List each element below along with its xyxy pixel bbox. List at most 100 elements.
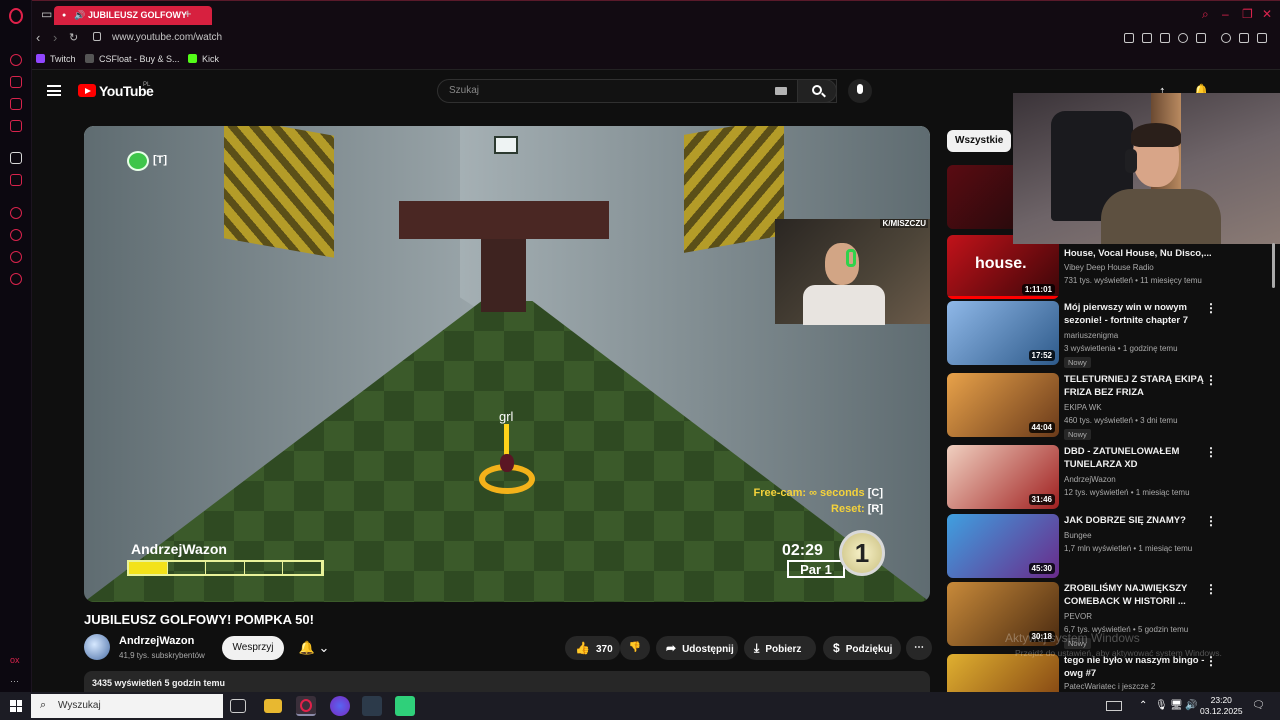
recommendation-title[interactable]: TELETURNIEJ Z STARĄ EKIPĄ FRIZA BEZ FRIZ… [1064,373,1214,399]
recommendation-title[interactable]: ZROBILIŚMY NAJWIĘKSZY COMEBACK W HISTORI… [1064,582,1214,608]
settings-icon[interactable] [10,273,22,285]
recommendation-title[interactable]: Mój pierwszy win w nowym sezonie! - fort… [1064,301,1214,327]
ai-icon[interactable] [10,76,22,88]
bookmark-twitch[interactable]: Twitch [36,54,76,64]
search-button[interactable] [797,79,837,103]
bookmark-csfloat[interactable]: CSFloat - Buy & S... [85,54,180,64]
messenger-icon[interactable] [10,98,22,110]
more-options-icon[interactable]: ⋮ [1205,514,1217,528]
app-icon[interactable] [395,696,415,716]
recommendation-channel[interactable]: Vibey Deep House Radio [1064,263,1154,272]
recommendation-title[interactable]: House, Vocal House, Nu Disco,... [1064,247,1214,260]
share-button[interactable]: ➦ Udostępnij [656,636,738,660]
more-options-icon[interactable]: ⋮ [1205,301,1217,315]
lock-icon[interactable] [93,32,101,41]
speaker-icon[interactable]: 🔊 [74,10,85,21]
video-thumbnail[interactable]: 17:52 [947,301,1059,365]
voice-search-button[interactable] [848,79,872,103]
scrollbar[interactable] [1272,243,1275,288]
microphone-icon[interactable]: 🎙 [1155,700,1168,711]
thumbs-up-icon: 👍 [575,641,590,655]
send-icon[interactable] [1196,33,1206,43]
history-icon[interactable] [10,54,22,66]
windows-start-icon[interactable] [10,700,22,712]
video-thumbnail[interactable]: 45:30 [947,514,1059,578]
keyboard-icon[interactable] [775,87,787,95]
recommendation-channel[interactable]: PEVOR [1064,612,1092,621]
notification-icon[interactable]: 🗨 [1252,700,1265,711]
clock[interactable]: 23:20 03.12.2025 [1200,695,1243,717]
back-button[interactable]: ‹ [36,30,40,45]
recommendation-channel[interactable]: EKIPA WK [1064,403,1102,412]
subscribe-bell-button[interactable]: 🔔 ⌄ [292,636,336,660]
workspace-icon[interactable] [10,152,22,164]
player-icon[interactable] [10,207,22,219]
recommendation-channel[interactable]: AndrzejWazon [1064,475,1116,484]
download-icon[interactable] [1239,33,1249,43]
like-button[interactable]: 👍 370 [565,636,620,660]
tiktok-icon[interactable] [10,120,22,132]
stroke-count: 1 [839,530,885,576]
network-icon[interactable]: 🖥 [1170,700,1183,711]
bookmark-kick[interactable]: Kick [188,54,219,64]
show-hidden-icon[interactable]: ⌃ [1139,700,1147,711]
play-icon[interactable] [1178,33,1188,43]
tab-menu-icon[interactable]: ▭ [41,7,52,21]
menu-icon[interactable] [1257,33,1267,43]
minimize-button[interactable]: – [1222,7,1229,21]
task-view-icon[interactable] [230,699,246,713]
opera-taskbar-icon[interactable] [296,696,316,716]
video-player[interactable]: [T] K/MISZCZU grl Free-cam: ∞ seconds [C… [84,126,930,602]
list-item[interactable]: house. 1:11:01 House, Vocal House, Nu Di… [947,235,1267,299]
file-explorer-icon[interactable] [264,699,282,713]
video-thumbnail[interactable]: 31:46 [947,445,1059,509]
more-options-icon[interactable]: ⋮ [1205,582,1217,596]
support-button[interactable]: Wesprzyj [222,636,284,660]
description-box[interactable]: 3435 wyświetleń 5 godzin temu [84,671,930,692]
list-item[interactable]: 31:46 DBD - ZATUNELOWAŁEM TUNELARZA XD A… [947,445,1267,509]
hamburger-menu-icon[interactable] [47,85,61,96]
recommendation-title[interactable]: JAK DOBRZE SIĘ ZNAMY? [1064,514,1214,527]
dislike-button[interactable]: 👎 [620,636,650,660]
close-button[interactable]: ✕ [1262,7,1272,21]
reload-button[interactable]: ↻ [69,31,78,44]
more-options-icon[interactable]: ⋮ [1205,373,1217,387]
profile-icon[interactable] [1221,33,1231,43]
discord-icon[interactable] [330,696,350,716]
taskbar-search[interactable]: ⌕ Wyszukaj [31,694,223,718]
video-thumbnail[interactable]: 44:04 [947,373,1059,437]
thanks-button[interactable]: $ Podziękuj [823,636,901,660]
url-field[interactable]: www.youtube.com/watch [112,32,222,43]
channel-name[interactable]: AndrzejWazon [119,635,194,647]
new-tab-button[interactable]: + [184,6,192,21]
keyboard-tray-icon[interactable] [1106,701,1122,711]
opera-logo-icon[interactable] [9,8,23,24]
twitch-rail-icon[interactable] [10,174,22,186]
maximize-button[interactable]: ❐ [1242,7,1253,21]
recommendation-channel[interactable]: mariuszenigma [1064,331,1118,340]
vpn-icon[interactable] [10,251,22,263]
obs-icon[interactable] [362,696,382,716]
adblock-icon[interactable] [1160,33,1170,43]
video-thumbnail[interactable] [947,654,1059,692]
search-tabs-icon[interactable]: ⌕ [1202,7,1209,22]
list-item[interactable]: tego nie było w naszym bingo - owg #7 Pa… [947,654,1267,692]
more-options-icon[interactable]: ⋮ [1205,445,1217,459]
list-item[interactable]: 45:30 JAK DOBRZE SIĘ ZNAMY? Bungee 1,7 m… [947,514,1267,578]
clock-icon[interactable] [10,229,22,241]
more-actions-button[interactable]: ⋯ [906,636,932,660]
recommendation-channel[interactable]: Bungee [1064,531,1092,540]
youtube-logo-icon[interactable] [78,84,96,97]
list-item[interactable]: 44:04 TELETURNIEJ Z STARĄ EKIPĄ FRIZA BE… [947,373,1267,440]
forward-button[interactable]: › [53,30,57,45]
snapshot-icon[interactable] [1142,33,1152,43]
list-item[interactable]: 17:52 Mój pierwszy win w nowym sezonie! … [947,301,1267,368]
recommendation-title[interactable]: DBD - ZATUNELOWAŁEM TUNELARZA XD [1064,445,1214,471]
volume-icon[interactable]: 🔊 [1185,700,1197,711]
bookmark-icon[interactable] [1124,33,1134,43]
video-thumbnail[interactable]: house. 1:11:01 [947,235,1059,299]
more-dots-icon[interactable]: ··· [10,676,19,686]
filter-chip-all[interactable]: Wszystkie [947,130,1012,152]
avatar[interactable] [84,634,110,660]
download-button[interactable]: ⤓ Pobierz [744,636,816,660]
